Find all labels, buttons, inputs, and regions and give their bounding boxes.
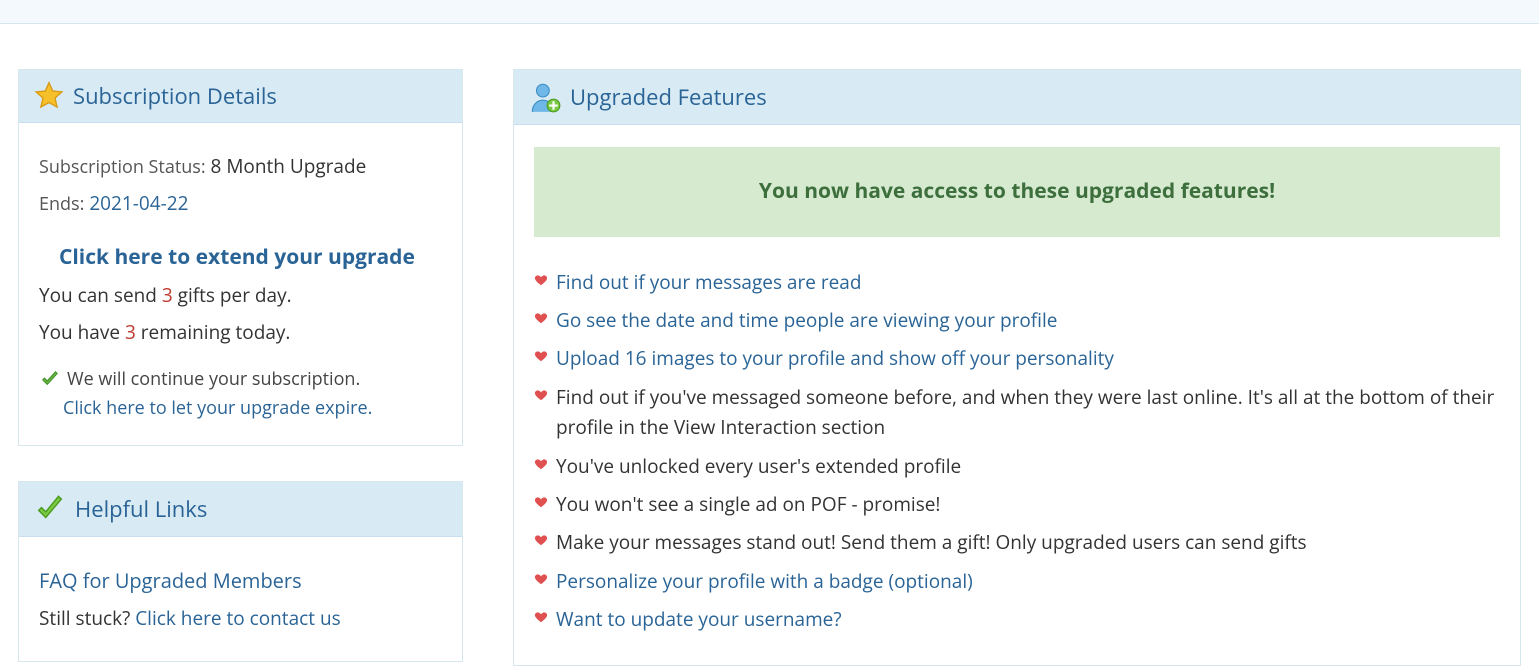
subscription-ends-label: Ends: <box>39 192 84 216</box>
heart-icon <box>534 311 548 325</box>
subscription-details-card: Subscription Details Subscription Status… <box>18 69 463 446</box>
heart-icon <box>534 495 548 509</box>
left-column: Subscription Details Subscription Status… <box>18 69 463 666</box>
feature-item: Personalize your profile with a badge (o… <box>534 566 1500 596</box>
feature-text: You won't see a single ad on POF - promi… <box>556 489 1500 519</box>
heart-icon <box>534 572 548 586</box>
continue-subscription-text: We will continue your subscription. <box>67 365 360 394</box>
feature-list: Find out if your messages are read Go see… <box>534 267 1500 635</box>
feature-text: Make your messages stand out! Send them … <box>556 527 1500 557</box>
right-column: Upgraded Features You now have access to… <box>513 69 1521 666</box>
continue-subscription-block: We will continue your subscription. Clic… <box>39 365 442 423</box>
subscription-card-header: Subscription Details <box>19 70 462 123</box>
page-content: Subscription Details Subscription Status… <box>0 24 1539 666</box>
feature-item: You've unlocked every user's extended pr… <box>534 451 1500 481</box>
helpful-links-header: Helpful Links <box>19 482 462 537</box>
feature-link[interactable]: Go see the date and time people are view… <box>556 305 1500 335</box>
upgraded-features-header: Upgraded Features <box>514 70 1520 125</box>
extend-upgrade-row: Click here to extend your upgrade <box>39 241 442 275</box>
subscription-status-row: Subscription Status: 8 Month Upgrade <box>39 151 442 182</box>
gifts-pre: You can send <box>39 282 162 308</box>
upgraded-features-card: Upgraded Features You now have access to… <box>513 69 1521 666</box>
subscription-status-value: 8 Month Upgrade <box>211 153 367 179</box>
feature-link[interactable]: Want to update your username? <box>556 604 1500 634</box>
feature-item: You won't see a single ad on POF - promi… <box>534 489 1500 519</box>
feature-text: You've unlocked every user's extended pr… <box>556 451 1500 481</box>
gifts-per-day-row: You can send 3 gifts per day. <box>39 280 442 310</box>
subscription-card-body: Subscription Status: 8 Month Upgrade End… <box>19 123 462 445</box>
user-add-icon <box>528 80 562 114</box>
heart-icon <box>534 349 548 363</box>
features-banner: You now have access to these upgraded fe… <box>534 147 1500 237</box>
subscription-ends-row: Ends: 2021-04-22 <box>39 188 442 219</box>
heart-icon <box>534 273 548 287</box>
heart-icon <box>534 533 548 547</box>
subscription-status-label: Subscription Status: <box>39 155 206 179</box>
helpful-links-title: Helpful Links <box>75 494 207 524</box>
top-bar <box>0 0 1539 24</box>
star-icon <box>33 80 65 112</box>
contact-us-link[interactable]: Click here to contact us <box>135 605 340 631</box>
continue-subscription-line: We will continue your subscription. <box>39 365 442 394</box>
helpful-links-card: Helpful Links FAQ for Upgraded Members S… <box>18 481 463 662</box>
gifts-remaining-row: You have 3 remaining today. <box>39 317 442 347</box>
feature-item: Go see the date and time people are view… <box>534 305 1500 335</box>
feature-item: Want to update your username? <box>534 604 1500 634</box>
let-upgrade-expire-link[interactable]: Click here to let your upgrade expire. <box>63 394 442 423</box>
checkmark-icon <box>33 492 67 526</box>
heart-icon <box>534 457 548 471</box>
still-stuck-label: Still stuck? <box>39 605 135 631</box>
subscription-card-title: Subscription Details <box>73 81 277 111</box>
upgraded-features-title: Upgraded Features <box>570 82 767 112</box>
subscription-ends-value: 2021-04-22 <box>89 190 188 216</box>
heart-icon <box>534 388 548 402</box>
feature-link[interactable]: Find out if your messages are read <box>556 267 1500 297</box>
gifts-remaining-count: 3 <box>125 319 136 345</box>
remaining-pre: You have <box>39 319 125 345</box>
remaining-post: remaining today. <box>136 319 291 345</box>
feature-item: Find out if your messages are read <box>534 267 1500 297</box>
checkmark-icon <box>39 368 61 390</box>
feature-item: Find out if you've messaged someone befo… <box>534 382 1500 443</box>
feature-item: Make your messages stand out! Send them … <box>534 527 1500 557</box>
heart-icon <box>534 610 548 624</box>
helpful-links-body: FAQ for Upgraded Members Still stuck? Cl… <box>19 537 462 661</box>
extend-upgrade-link[interactable]: Click here to extend your upgrade <box>59 243 415 271</box>
gifts-post: gifts per day. <box>173 282 292 308</box>
feature-link[interactable]: Upload 16 images to your profile and sho… <box>556 343 1500 373</box>
feature-text: Find out if you've messaged someone befo… <box>556 382 1500 443</box>
faq-link[interactable]: FAQ for Upgraded Members <box>39 567 302 594</box>
upgraded-features-body: You now have access to these upgraded fe… <box>514 125 1520 665</box>
feature-link[interactable]: Personalize your profile with a badge (o… <box>556 566 1500 596</box>
still-stuck-row: Still stuck? Click here to contact us <box>39 603 442 633</box>
gifts-per-day-count: 3 <box>162 282 173 308</box>
feature-item: Upload 16 images to your profile and sho… <box>534 343 1500 373</box>
